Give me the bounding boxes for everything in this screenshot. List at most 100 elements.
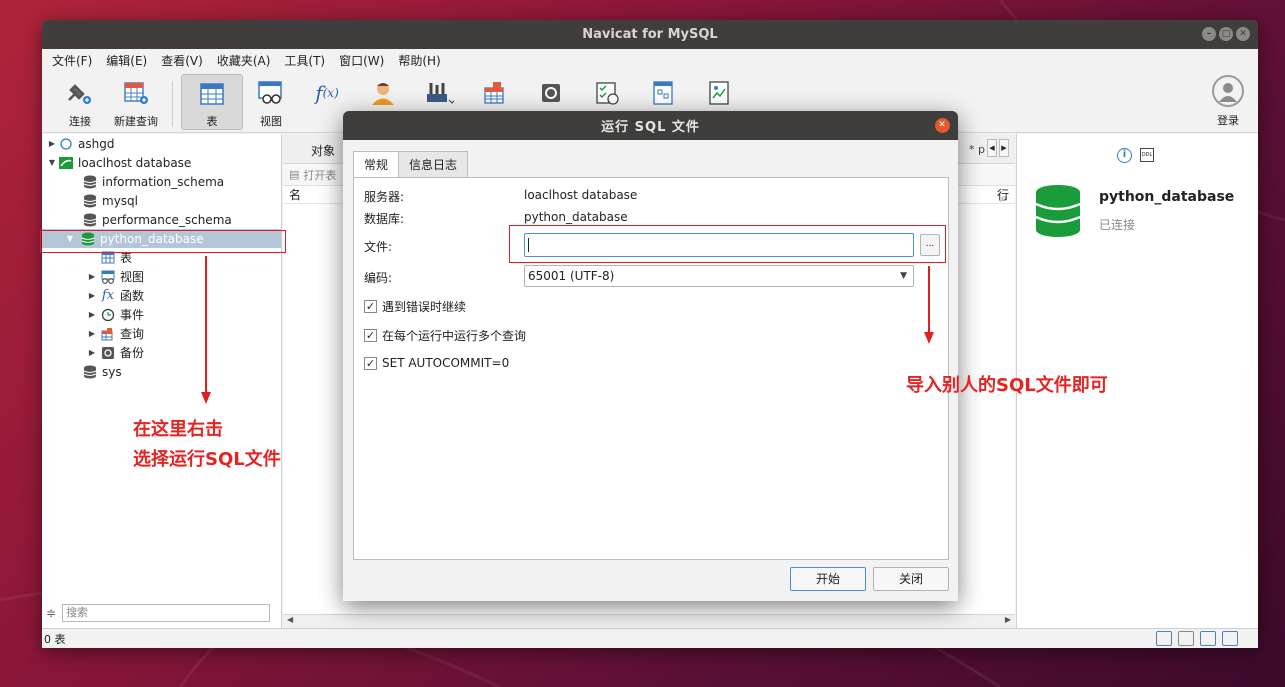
tree-item-queries[interactable]: ▶ 查询 [42, 324, 281, 343]
autocommit-option[interactable]: ✓ SET AUTOCOMMIT=0 [364, 356, 509, 370]
checkbox-checked-icon[interactable]: ✓ [364, 300, 377, 313]
view-button[interactable]: 视图 [243, 74, 299, 130]
expand-arrow-icon[interactable]: ▶ [86, 310, 98, 319]
view-label: 视图 [260, 115, 282, 128]
new-query-button[interactable]: 新建查询 [108, 74, 164, 130]
tree-item-sys[interactable]: sys [42, 362, 281, 381]
tree-item-label: 查询 [120, 327, 145, 341]
database-large-icon [1035, 184, 1081, 241]
tree-item-label: ashgd [78, 136, 115, 151]
tree-item-ashgd[interactable]: ▶ ashgd [42, 134, 281, 153]
close-icon[interactable]: ✕ [1236, 27, 1250, 41]
continue-on-error-option[interactable]: ✓ 遇到错误时继续 [364, 298, 466, 315]
menu-help[interactable]: 帮助(H) [398, 52, 440, 69]
er-view-icon[interactable] [1222, 631, 1238, 646]
checkbox-checked-icon[interactable]: ✓ [364, 356, 377, 370]
horizontal-scrollbar[interactable]: ◀ ▶ [283, 614, 1015, 628]
list-view-icon[interactable] [1156, 631, 1172, 646]
annotation-arrow-left [201, 392, 211, 404]
new-query-label: 新建查询 [114, 115, 158, 128]
tab-star-label[interactable]: * p [969, 143, 985, 156]
ddl-icon[interactable]: DDL [1140, 148, 1154, 162]
checkbox-checked-icon[interactable]: ✓ [364, 329, 377, 342]
table-icon [197, 79, 227, 108]
database-label: 数据库: [364, 212, 405, 226]
table-label: 表 [206, 115, 218, 128]
annotation-line-left [205, 256, 207, 392]
tree-item-functions[interactable]: ▶ fx 函数 [42, 286, 281, 305]
multi-query-option[interactable]: ✓ 在每个运行中运行多个查询 [364, 327, 526, 344]
tree-item-information-schema[interactable]: information_schema [42, 172, 281, 191]
tree-item-views[interactable]: ▶ 视图 [42, 267, 281, 286]
open-table-button[interactable]: 打开表 [303, 167, 336, 183]
scroll-right-icon[interactable]: ▶ [1005, 615, 1011, 624]
clock-icon [100, 308, 116, 322]
annotation-line-right [928, 266, 930, 332]
col-row-header[interactable]: 行 [997, 186, 1009, 203]
start-button[interactable]: 开始 [790, 567, 866, 591]
tree-item-backups[interactable]: ▶ 备份 [42, 343, 281, 362]
query-icon [100, 327, 116, 341]
connection-tree: ▶ ashgd ▼ loaclhost database information… [42, 134, 282, 628]
tab-log[interactable]: 信息日志 [398, 151, 469, 177]
info-panel-icons: i DDL [1117, 148, 1154, 163]
mysql-connection-icon [58, 156, 74, 170]
collapse-arrow-icon[interactable]: ▼ [46, 158, 58, 167]
dialog-close-icon[interactable]: ✕ [935, 118, 950, 133]
server-label: 服务器: [364, 190, 405, 204]
connection-icon [58, 137, 74, 151]
menu-favorites[interactable]: 收藏夹(A) [217, 52, 271, 69]
user-icon [368, 78, 398, 108]
tree-item-label: sys [102, 364, 122, 379]
info-db-name: python_database [1099, 189, 1235, 205]
menu-window[interactable]: 窗口(W) [339, 52, 384, 69]
menu-file[interactable]: 文件(F) [52, 52, 92, 69]
user-avatar-icon [1212, 75, 1244, 107]
tab-left-icon[interactable]: ◀ [987, 139, 997, 157]
tab-right-icon[interactable]: ▶ [999, 139, 1009, 157]
table-button[interactable]: 表 [181, 74, 243, 130]
encoding-select[interactable]: 65001 (UTF-8) ▼ [524, 265, 914, 287]
info-icon[interactable]: i [1117, 148, 1132, 163]
dialog-title: 运行 SQL 文件 [601, 120, 700, 135]
tree-search-input[interactable]: 搜索 [62, 604, 271, 622]
database-icon [82, 175, 98, 189]
window-titlebar: Navicat for MySQL – □ ✕ [42, 20, 1258, 49]
expand-arrow-icon[interactable]: ▶ [86, 348, 98, 357]
maximize-icon[interactable]: □ [1219, 27, 1233, 41]
database-value: python_database [524, 210, 628, 224]
login-button[interactable]: 登录 [1212, 75, 1244, 128]
tree-item-mysql[interactable]: mysql [42, 191, 281, 210]
scroll-left-icon[interactable]: ◀ [287, 615, 293, 624]
connect-button[interactable]: 连接 [52, 74, 108, 130]
tree-item-performance-schema[interactable]: performance_schema [42, 210, 281, 229]
expand-arrow-icon[interactable]: ▶ [86, 291, 98, 300]
grid-view-icon[interactable] [1178, 631, 1194, 646]
tree-item-label: 视图 [120, 270, 145, 284]
annotation-text-right: 导入别人的SQL文件即可 [906, 375, 1108, 396]
minimize-icon[interactable]: – [1202, 27, 1216, 41]
view-icon [100, 270, 116, 284]
menu-tools[interactable]: 工具(T) [284, 52, 325, 69]
database-icon [82, 194, 98, 208]
chart-icon [704, 78, 734, 108]
close-button[interactable]: 关闭 [873, 567, 949, 591]
detail-view-icon[interactable] [1200, 631, 1216, 646]
file-label: 文件: [364, 240, 393, 254]
tree-item-label: mysql [102, 193, 138, 208]
col-name-header[interactable]: 名 [289, 188, 301, 202]
menu-edit[interactable]: 编辑(E) [106, 52, 147, 69]
menu-view[interactable]: 查看(V) [161, 52, 203, 69]
tree-item-events[interactable]: ▶ 事件 [42, 305, 281, 324]
expand-arrow-icon[interactable]: ▶ [46, 139, 58, 148]
expand-arrow-icon[interactable]: ▶ [86, 329, 98, 338]
tree-item-localhost[interactable]: ▼ loaclhost database [42, 153, 281, 172]
tab-general[interactable]: 常规 [353, 151, 400, 178]
login-label: 登录 [1217, 114, 1239, 127]
schedule-icon [592, 78, 622, 108]
expand-arrow-icon[interactable]: ▶ [86, 272, 98, 281]
checkbox-label: 在每个运行中运行多个查询 [382, 329, 527, 343]
tab-objects[interactable]: 对象 [311, 142, 335, 159]
tree-item-label: 事件 [120, 308, 145, 322]
status-bar: 0 表 [42, 628, 1258, 648]
